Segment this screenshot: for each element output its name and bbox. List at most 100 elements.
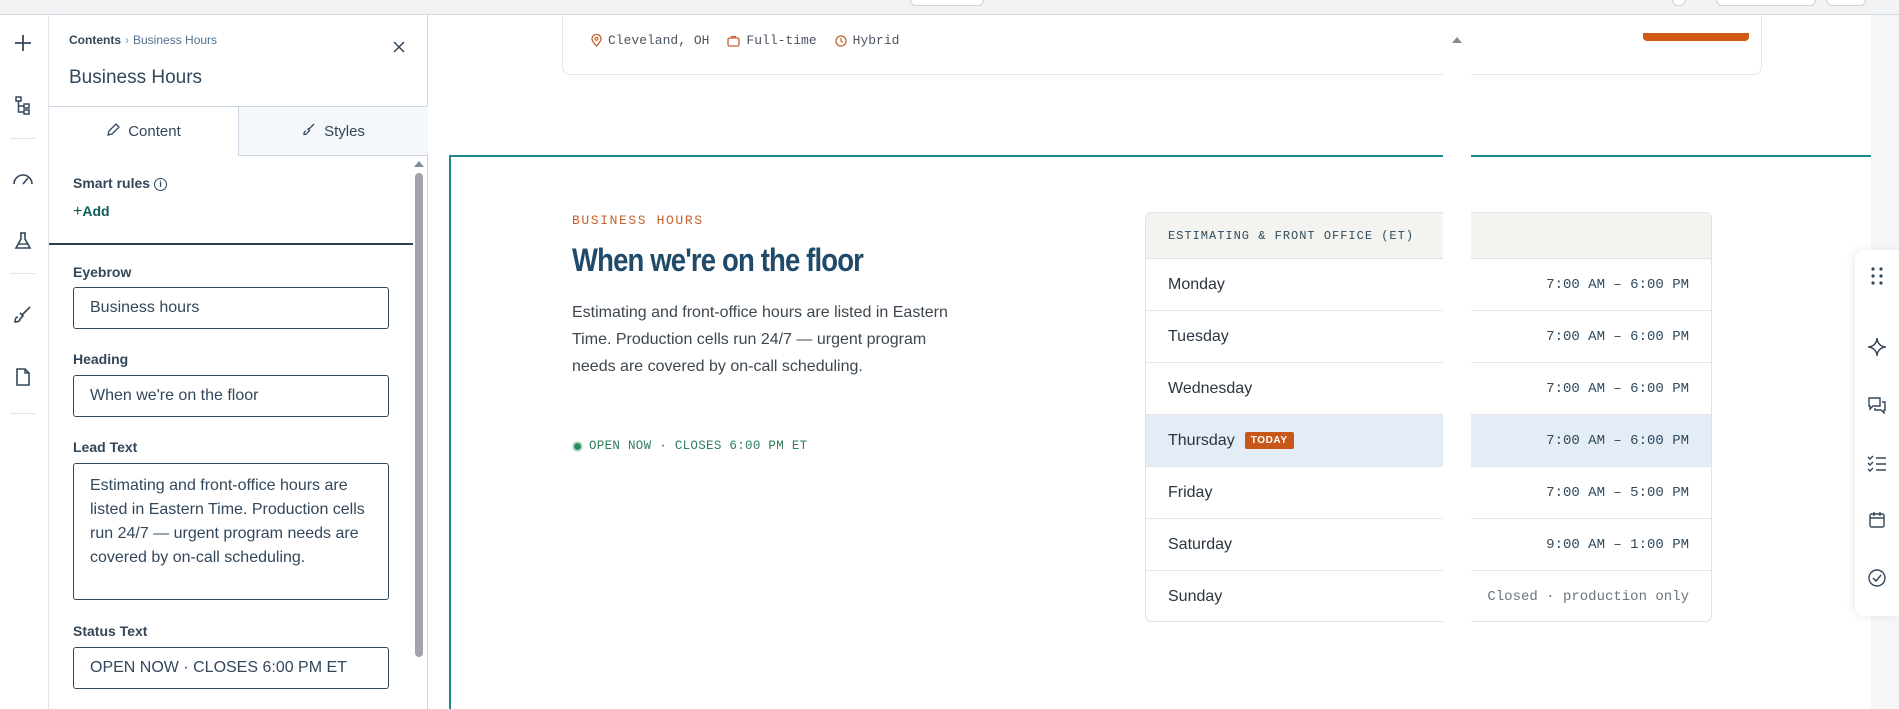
apply-button[interactable]	[1643, 33, 1749, 41]
plus-icon[interactable]	[11, 31, 35, 55]
flask-icon[interactable]	[11, 229, 35, 253]
tab-styles[interactable]: Styles	[239, 107, 428, 156]
tab-styles-label: Styles	[324, 122, 365, 140]
rail-divider	[10, 413, 36, 414]
hours-row: Saturday 9:00 AM – 1:00 PM	[1146, 519, 1711, 571]
job-location: Cleveland, OH	[591, 33, 709, 48]
toolbar-toggle[interactable]	[910, 0, 984, 6]
hours-row: Tuesday 7:00 AM – 6:00 PM	[1146, 311, 1711, 363]
section-eyebrow: BUSINESS HOURS	[572, 213, 704, 228]
toolbar-pill-right[interactable]	[1716, 0, 1816, 6]
clock-icon	[834, 34, 847, 47]
panel-tabs: Content Styles	[49, 106, 428, 156]
hours-time: Closed · production only	[1487, 589, 1689, 605]
gauge-icon[interactable]	[11, 167, 35, 191]
canvas-scroll-up-arrow[interactable]	[1452, 37, 1462, 43]
page-icon[interactable]	[11, 365, 35, 389]
editor-panel: Contents › Business Hours Business Hours C…	[49, 15, 428, 709]
eyebrow-field[interactable]: Business hours	[73, 287, 389, 329]
drag-handle-icon[interactable]	[1867, 266, 1887, 286]
toolbar-pill-far-right[interactable]	[1826, 0, 1866, 6]
hours-time: 7:00 AM – 6:00 PM	[1546, 380, 1689, 397]
hours-table: ESTIMATING & FRONT OFFICE (ET) Monday 7:…	[1145, 212, 1712, 622]
breadcrumb-current: Business Hours	[133, 33, 218, 47]
hours-time: 7:00 AM – 6:00 PM	[1546, 432, 1689, 449]
heading-field-value: When we're on the floor	[90, 387, 259, 404]
hours-time: 7:00 AM – 6:00 PM	[1546, 328, 1689, 345]
heading-field[interactable]: When we're on the floor	[73, 375, 389, 417]
lead-text-field-value: Estimating and front-office hours are li…	[90, 477, 365, 566]
hours-day: Friday	[1168, 483, 1213, 501]
open-status: OPEN NOW · CLOSES 6:00 PM ET	[572, 439, 807, 453]
eyebrow-label: Eyebrow	[73, 264, 132, 280]
section-lead: Estimating and front-office hours are li…	[572, 304, 948, 375]
tab-content-label: Content	[128, 123, 181, 140]
sparkle-icon[interactable]	[1867, 337, 1887, 357]
hours-day: Monday	[1168, 275, 1225, 293]
hours-table-title: ESTIMATING & FRONT OFFICE (ET)	[1146, 213, 1711, 259]
job-location-text: Cleveland, OH	[608, 33, 710, 48]
job-meta: Cleveland, OH Full-time Hybrid	[591, 33, 899, 48]
scroll-up-arrow[interactable]	[414, 161, 424, 167]
breadcrumb: Contents › Business Hours	[69, 33, 217, 47]
lead-text-label: Lead Text	[73, 439, 138, 455]
job-type-text: Full-time	[746, 33, 817, 48]
location-pin-icon	[591, 34, 602, 47]
panel-title: Business Hours	[69, 67, 203, 88]
info-icon[interactable]: i	[154, 177, 168, 191]
left-rail	[0, 15, 49, 709]
tree-icon[interactable]	[11, 93, 35, 117]
heading-label: Heading	[73, 351, 129, 367]
hours-row: Friday 7:00 AM – 5:00 PM	[1146, 467, 1711, 519]
canvas-scrollbar[interactable]	[1443, 15, 1471, 709]
plus-icon: +	[73, 203, 83, 220]
rail-divider	[10, 138, 36, 139]
today-badge: TODAY	[1244, 432, 1294, 449]
toolbar-circle[interactable]	[1672, 0, 1686, 6]
hours-time: 7:00 AM – 6:00 PM	[1546, 276, 1689, 293]
hours-day-text: Thursday	[1168, 431, 1235, 449]
job-card[interactable]: Cleveland, OH Full-time Hybrid	[562, 15, 1762, 75]
smart-rules-text: Smart rules	[73, 175, 151, 191]
close-icon[interactable]	[389, 37, 409, 57]
calendar-icon[interactable]	[1867, 510, 1887, 530]
breadcrumb-root[interactable]: Contents	[69, 33, 121, 47]
section-heading: When we're on the floor	[572, 242, 864, 278]
add-smart-rule-button[interactable]: +Add	[73, 203, 110, 221]
hours-time: 9:00 AM – 1:00 PM	[1546, 536, 1689, 553]
check-circle-icon[interactable]	[1867, 568, 1887, 588]
tab-content[interactable]: Content	[49, 107, 239, 156]
status-text-field-value: OPEN NOW · CLOSES 6:00 PM ET	[90, 659, 347, 676]
hours-row: Sunday Closed · production only	[1146, 571, 1711, 621]
status-text-label: Status Text	[73, 623, 148, 639]
smart-rules-label: Smart rules i	[73, 175, 168, 191]
rail-divider	[10, 273, 36, 274]
right-toolbar	[1855, 250, 1899, 616]
status-text-field[interactable]: OPEN NOW · CLOSES 6:00 PM ET	[73, 647, 389, 689]
job-type: Full-time	[727, 33, 817, 48]
job-mode-text: Hybrid	[852, 33, 900, 48]
hours-time: 7:00 AM – 5:00 PM	[1546, 484, 1689, 501]
browser-top-strip	[0, 0, 1899, 15]
hours-row-today: Thursday TODAY 7:00 AM – 6:00 PM	[1146, 415, 1711, 467]
chevron-right-icon: ›	[125, 33, 129, 47]
job-mode: Hybrid	[834, 33, 900, 48]
status-dot-icon	[572, 440, 583, 452]
open-status-text: OPEN NOW · CLOSES 6:00 PM ET	[589, 439, 808, 453]
comments-icon[interactable]	[1867, 395, 1887, 415]
brush-icon[interactable]	[11, 302, 35, 326]
briefcase-icon	[727, 35, 741, 47]
hours-row: Monday 7:00 AM – 6:00 PM	[1146, 259, 1711, 311]
brush-icon	[302, 122, 316, 140]
hours-day: Sunday	[1168, 588, 1223, 605]
pencil-icon	[106, 122, 121, 141]
hours-day: Wednesday	[1168, 379, 1253, 397]
hours-day: Thursday TODAY	[1168, 432, 1294, 450]
lead-text-field[interactable]: Estimating and front-office hours are li…	[73, 463, 389, 600]
hours-day: Saturday	[1168, 535, 1233, 553]
panel-scrollbar-thumb[interactable]	[415, 173, 423, 657]
hours-row: Wednesday 7:00 AM – 6:00 PM	[1146, 363, 1711, 415]
add-label: Add	[82, 203, 110, 219]
checklist-icon[interactable]	[1867, 453, 1887, 473]
hours-day: Tuesday	[1168, 327, 1229, 345]
